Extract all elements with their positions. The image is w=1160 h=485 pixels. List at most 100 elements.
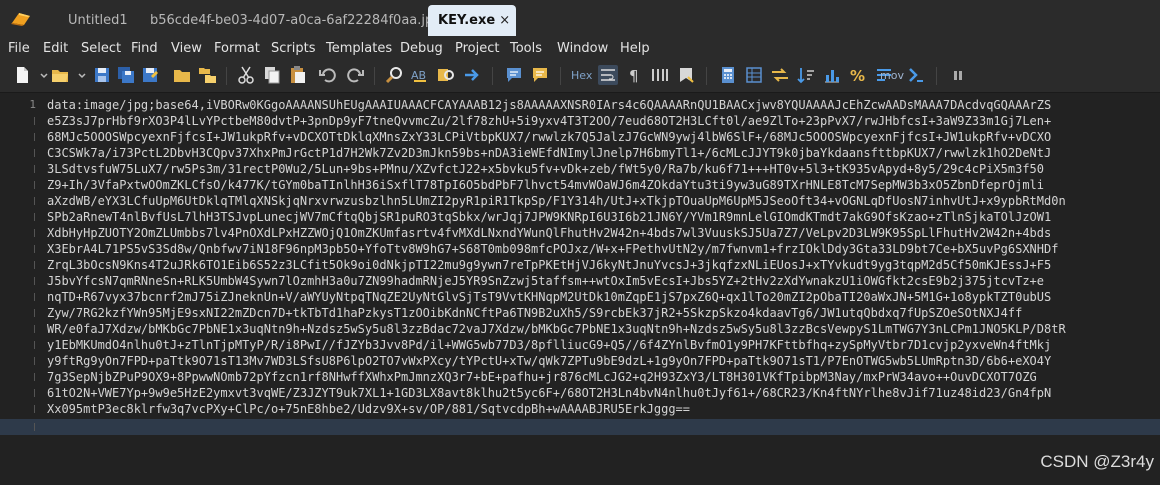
table-icon[interactable] [744, 65, 764, 85]
gutter-mark [34, 245, 35, 253]
copy-icon[interactable] [262, 65, 282, 85]
find-in-files-icon[interactable] [436, 65, 456, 85]
line-text: nqTD+R67vyx37bcnrf2mJ75iZJneknUn+V/aWYUy… [47, 290, 1052, 304]
menu-view[interactable]: View [171, 38, 202, 60]
line-text: ZrqL3bOcsN9Kns4T2uJRk6TO1Eib6S52z3LCfit5… [47, 258, 1052, 272]
word-wrap-icon[interactable] [598, 65, 618, 85]
menu-edit[interactable]: Edit [43, 38, 68, 60]
menu-templates[interactable]: Templates [326, 38, 392, 60]
line-text: 68MJc5OOOSWpcyexnFjfcsI+JW1ukpRfv+vDCXOT… [47, 130, 1052, 144]
editor-line-current [0, 419, 1160, 435]
gutter-mark [34, 309, 35, 317]
replace-icon[interactable]: AB [410, 65, 430, 85]
editor-line: 7g3SepNjbZPuP9OX9+8PpwwNOmb72pYfzcn1rf8N… [0, 369, 1160, 385]
folder-tree-icon[interactable] [198, 65, 218, 85]
line-text: C3CSWk7a/i73PctL2DbvH3CQpv37XhxPmJrGctP1… [47, 146, 1052, 160]
toolbar-separator [226, 67, 227, 85]
disassemble-icon[interactable] [906, 65, 926, 85]
editor-line: C3CSWk7a/i73PctL2DbvH3CQpv37XhxPmJrGctP1… [0, 145, 1160, 161]
toolbar: AB Hex ¶ % mov [0, 60, 1160, 93]
paste-icon[interactable] [288, 65, 308, 85]
menu-select[interactable]: Select [81, 38, 121, 60]
editor-line: XdbHyHpZUOTY2OmZLUmbbs7lv4PnOXdLPxHZZWOj… [0, 225, 1160, 241]
menu-project[interactable]: Project [455, 38, 499, 60]
line-text: WR/e0faJ7Xdzw/bMKbGc7PbNE1x3uqNtn9h+Nzds… [47, 322, 1066, 336]
gutter-mark [34, 325, 35, 333]
save-all-icon[interactable] [116, 65, 136, 85]
column-mode-icon[interactable] [650, 65, 670, 85]
line-number: 1 [29, 98, 36, 111]
chevron-down-icon[interactable] [34, 65, 48, 85]
open-folder-icon[interactable] [50, 65, 70, 85]
line-text: 7g3SepNjbZPuP9OX9+8PpwwNOmb72pYfzcn1rf8N… [47, 370, 1037, 384]
gutter-mark [34, 277, 35, 285]
gutter-mark [34, 423, 35, 431]
comment-icon[interactable] [504, 65, 524, 85]
sort-icon[interactable] [796, 65, 816, 85]
new-file-icon[interactable] [12, 65, 32, 85]
gutter-mark [34, 133, 35, 141]
tab-key-exe[interactable]: KEY.exe × [428, 5, 517, 36]
editor-line: Zyw/7RG2kzfYWn95MjE9sxNI22mZDcn7D+tkTbTd… [0, 305, 1160, 321]
gutter-mark [34, 389, 35, 397]
line-text: Xx095mtP3ec8klrfw3q7vcPXy+ClPc/o+75nE8hb… [47, 402, 690, 416]
line-text: Z9+Ih/3VfaPxtwOOmZKLCfsO/k477K/tGYm0baTI… [47, 178, 1044, 192]
menu-file[interactable]: File [8, 38, 30, 60]
editor-line: WR/e0faJ7Xdzw/bMKbGc7PbNE1x3uqNtn9h+Nzds… [0, 321, 1160, 337]
menu-debug[interactable]: Debug [400, 38, 443, 60]
pause-icon[interactable] [948, 65, 962, 85]
hex-mode-button[interactable]: Hex [571, 67, 592, 85]
gutter-mark [34, 373, 35, 381]
save-icon[interactable] [92, 65, 112, 85]
tab-jpg-file[interactable]: b56cde4f-be03-4d07-a0ca-6af22284f0aa.jpg [140, 5, 452, 36]
code-editor[interactable]: 1 data:image/jpg;base64,iVBORw0KGgoAAAANS… [0, 93, 1160, 485]
svg-text:¶: ¶ [629, 67, 639, 85]
editor-line: 1 data:image/jpg;base64,iVBORw0KGgoAAAANS… [0, 97, 1160, 113]
line-text: SPb2aRnewT4nlBvfUsL7lhH3TSJvpLunecjWV7mC… [47, 210, 1052, 224]
save-as-icon[interactable] [140, 65, 160, 85]
redo-icon[interactable] [345, 65, 365, 85]
editor-line: y9ftRg9yOn7FPD+paTtk9O71sT13Mv7WD3LSfsU8… [0, 353, 1160, 369]
app-logo-icon [10, 11, 32, 27]
gutter-mark [34, 293, 35, 301]
percent-icon[interactable]: % [848, 65, 868, 85]
gutter-mark [34, 165, 35, 173]
mov-button[interactable]: mov [880, 67, 904, 85]
menu-tools[interactable]: Tools [510, 38, 542, 60]
gutter-mark [34, 405, 35, 413]
menu-window[interactable]: Window [557, 38, 608, 60]
toolbar-separator [706, 67, 707, 85]
toolbar-separator [374, 67, 375, 85]
folder-icon[interactable] [172, 65, 192, 85]
uncomment-icon[interactable] [530, 65, 550, 85]
tab-untitled1[interactable]: Untitled1 [58, 5, 138, 36]
editor-line: J5bvYfcsN7qmRNneSn+RLK5UmbW4Sywn7lOzmhH3… [0, 273, 1160, 289]
gutter-mark [34, 197, 35, 205]
menu-scripts[interactable]: Scripts [271, 38, 315, 60]
line-text: XdbHyHpZUOTY2OmZLUmbbs7lv4PnOXdLPxHZZWOj… [47, 226, 1052, 240]
bookmark-icon[interactable] [676, 65, 696, 85]
menu-help[interactable]: Help [620, 38, 650, 60]
undo-icon[interactable] [318, 65, 338, 85]
menu-format[interactable]: Format [214, 38, 260, 60]
tab-label: KEY.exe [438, 13, 496, 28]
gutter-mark [34, 261, 35, 269]
arrow-right-icon[interactable] [462, 65, 482, 85]
editor-line: SPb2aRnewT4nlBvfUsL7lhH3TSJvpLunecjWV7mC… [0, 209, 1160, 225]
watermark-csdn: CSDN @Z3r4y [1040, 452, 1154, 471]
chevron-down-icon[interactable] [72, 65, 86, 85]
close-icon[interactable]: × [499, 13, 510, 28]
line-text: e5Z3sJ7prHbf9rXO3P4lLvYPctbeM80dvtP+3pnD… [47, 114, 1052, 128]
gutter-mark [34, 229, 35, 237]
scissors-icon[interactable] [236, 65, 256, 85]
tab-bar: Untitled1 b56cde4f-be03-4d07-a0ca-6af222… [0, 0, 1160, 38]
compare-icon[interactable] [770, 65, 790, 85]
pilcrow-icon[interactable]: ¶ [624, 65, 644, 85]
find-icon[interactable] [384, 65, 404, 85]
toolbar-separator [560, 67, 561, 85]
menu-find[interactable]: Find [131, 38, 158, 60]
toolbar-separator [492, 67, 493, 85]
gutter-mark [34, 213, 35, 221]
histogram-icon[interactable] [822, 65, 842, 85]
calculator-icon[interactable] [718, 65, 738, 85]
